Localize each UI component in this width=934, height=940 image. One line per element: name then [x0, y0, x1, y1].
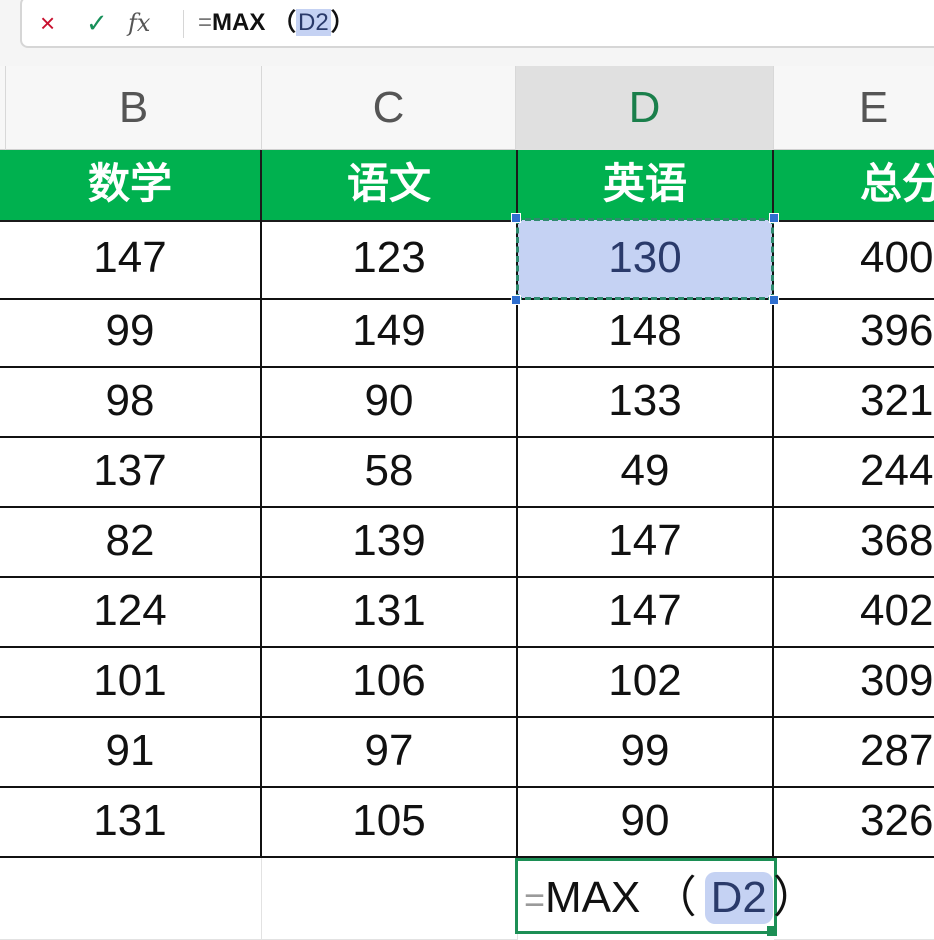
column-header-e[interactable]: E: [774, 66, 934, 150]
spreadsheet-grid: 数学语文英语总分14712313040099149148396989013332…: [0, 150, 934, 940]
header-cell-b[interactable]: 数学: [0, 150, 262, 222]
edit-reference: D2: [704, 872, 773, 924]
header-cell-c[interactable]: 语文: [262, 150, 518, 222]
empty-cell-b11[interactable]: [0, 858, 262, 940]
cell-c4[interactable]: 90: [262, 368, 518, 438]
table-row: 124 131 147 402: [0, 578, 934, 648]
table-row: 101 106 102 309: [0, 648, 934, 718]
table-row: 91 97 99 287: [0, 718, 934, 788]
selection-handle[interactable]: [511, 213, 521, 223]
table-row: 98 90 133 321: [0, 368, 934, 438]
cell-e2[interactable]: 400: [774, 220, 934, 300]
empty-cell-c11[interactable]: [262, 858, 518, 940]
cell-d4[interactable]: 133: [518, 368, 774, 438]
cancel-icon[interactable]: ×: [40, 6, 55, 40]
cell-c6[interactable]: 139: [262, 508, 518, 578]
table-row: 147 123 130 400: [0, 220, 934, 300]
cell-c9[interactable]: 97: [262, 718, 518, 788]
formula-bar-divider: [183, 10, 184, 38]
edit-function: MAX （: [545, 873, 697, 922]
formula-bar: × ✓ fx =MAX （D2）: [0, 0, 934, 66]
formula-input[interactable]: =MAX （D2）: [198, 6, 355, 40]
cell-d10[interactable]: 90: [518, 788, 774, 858]
fx-icon[interactable]: fx: [128, 6, 150, 40]
column-header-d[interactable]: D: [516, 66, 774, 150]
cell-c8[interactable]: 106: [262, 648, 518, 718]
cell-b5[interactable]: 137: [0, 438, 262, 508]
cell-d8[interactable]: 102: [518, 648, 774, 718]
table-row: 99 149 148 396: [0, 298, 934, 368]
fill-handle[interactable]: [767, 926, 777, 936]
cell-e7[interactable]: 402: [774, 578, 934, 648]
cell-e8[interactable]: 309: [774, 648, 934, 718]
table-row: 131 105 90 326: [0, 788, 934, 858]
cell-b9[interactable]: 91: [0, 718, 262, 788]
edit-close-paren: ）: [772, 873, 817, 922]
cell-c5[interactable]: 58: [262, 438, 518, 508]
header-cell-d[interactable]: 英语: [518, 150, 774, 222]
cell-e3[interactable]: 396: [774, 298, 934, 368]
cell-e4[interactable]: 321: [774, 368, 934, 438]
cell-d2[interactable]: 130: [518, 220, 774, 300]
cell-e5[interactable]: 244: [774, 438, 934, 508]
cell-d9[interactable]: 99: [518, 718, 774, 788]
cell-c10[interactable]: 105: [262, 788, 518, 858]
cell-d3[interactable]: 148: [518, 298, 774, 368]
cell-edit-formula[interactable]: =MAX （D2）: [524, 870, 817, 926]
formula-function: MAX （: [212, 9, 297, 36]
edit-equals: =: [524, 879, 546, 920]
confirm-icon[interactable]: ✓: [86, 6, 108, 40]
formula-equals: =: [198, 9, 213, 36]
cell-c3[interactable]: 149: [262, 298, 518, 368]
formula-close-paren: ）: [330, 9, 355, 36]
table-row: 137 58 49 244: [0, 438, 934, 508]
cell-d6[interactable]: 147: [518, 508, 774, 578]
cell-b8[interactable]: 101: [0, 648, 262, 718]
cell-b7[interactable]: 124: [0, 578, 262, 648]
cell-d7[interactable]: 147: [518, 578, 774, 648]
cell-b6[interactable]: 82: [0, 508, 262, 578]
column-header-b[interactable]: B: [6, 66, 262, 150]
selection-handle[interactable]: [769, 295, 779, 305]
selection-handle[interactable]: [769, 213, 779, 223]
cell-d5[interactable]: 49: [518, 438, 774, 508]
column-header-c[interactable]: C: [262, 66, 516, 150]
cell-c2[interactable]: 123: [262, 220, 518, 300]
cell-b2[interactable]: 147: [0, 220, 262, 300]
cell-c7[interactable]: 131: [262, 578, 518, 648]
formula-reference: D2: [296, 9, 331, 36]
column-headers: BCDE: [0, 66, 934, 150]
cell-b10[interactable]: 131: [0, 788, 262, 858]
formula-bar-box[interactable]: [20, 0, 934, 48]
table-row: 82 139 147 368: [0, 508, 934, 578]
header-row: 数学语文英语总分: [0, 150, 934, 222]
cell-b4[interactable]: 98: [0, 368, 262, 438]
cell-e9[interactable]: 287: [774, 718, 934, 788]
cell-e6[interactable]: 368: [774, 508, 934, 578]
cell-b3[interactable]: 99: [0, 298, 262, 368]
header-cell-e[interactable]: 总分: [774, 150, 934, 222]
selection-handle[interactable]: [511, 295, 521, 305]
cell-e10[interactable]: 326: [774, 788, 934, 858]
